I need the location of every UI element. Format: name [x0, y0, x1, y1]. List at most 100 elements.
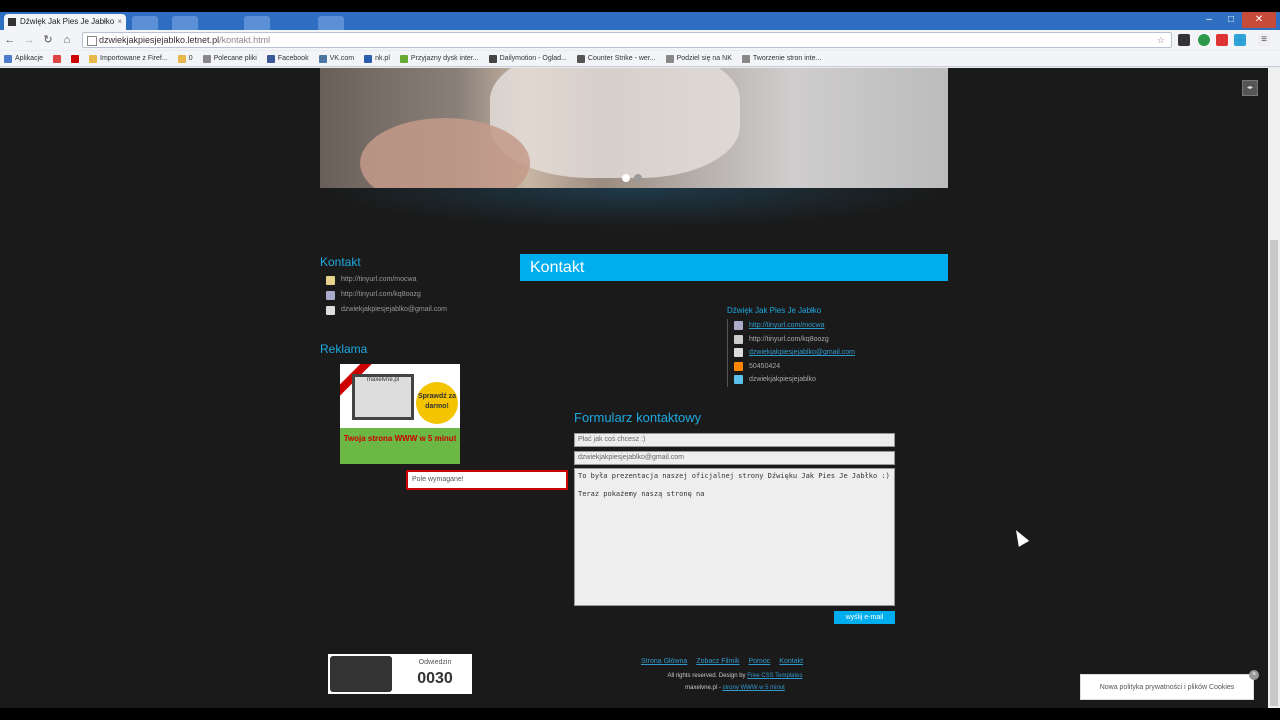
sidebar-contact-text: dzwiekjakpiesjejablko@gmail.com: [341, 306, 447, 313]
contact-info-icon: [734, 375, 743, 385]
bookmark-item[interactable]: Podziel się na NK: [665, 54, 732, 63]
url-host: dzwiekjakpiesjejablko.letnet.pl: [99, 35, 220, 45]
slider-shadow: [320, 188, 948, 228]
counter-value: 0030: [417, 670, 453, 687]
footer-link[interactable]: Zobacz Filmik: [696, 658, 739, 665]
menu-icon[interactable]: ≡: [1258, 34, 1270, 46]
minimize-button[interactable]: –: [1198, 12, 1220, 28]
bookmark-item[interactable]: Dailymotion - Oglad...: [488, 54, 567, 63]
slider-dot-2[interactable]: [634, 174, 642, 182]
bookmark-label: VK.com: [329, 55, 355, 62]
bookmark-label: Importowane z Firef...: [100, 55, 168, 62]
tab-background-3[interactable]: [244, 16, 270, 30]
cookie-close-icon[interactable]: ×: [1249, 670, 1259, 680]
contact-info-item[interactable]: dzwiekjakpiesjejablko@gmail.com: [734, 346, 927, 360]
sidebar-contact-list: http://tinyurl.com/mocwa http://tinyurl.c…: [326, 276, 476, 321]
tab-background-2[interactable]: [172, 16, 198, 30]
bookmark-item[interactable]: Przyjazny dysk inter...: [399, 54, 479, 63]
footer-nav: Strona Główna Zobacz Filmik Pomoc Kontakt: [641, 658, 803, 665]
visit-counter: Odwiedzin 0030: [328, 654, 472, 694]
ad-brand: maxelvne.pl: [366, 377, 399, 383]
corner-widget-icon[interactable]: ◂▸: [1242, 80, 1258, 96]
bookmark-icon: [53, 54, 62, 63]
bookmark-item[interactable]: Tworzenie stron inte...: [741, 54, 821, 63]
contact-info-heading: Dźwięk Jak Pies Je Jabłko: [727, 306, 822, 315]
window-close-button[interactable]: ✕: [1242, 12, 1276, 28]
email-field[interactable]: dzwiekjakpiesjejablko@gmail.com: [574, 451, 895, 465]
bookmark-item[interactable]: Importowane z Firef...: [89, 54, 168, 63]
sidebar-contact-text: http://tinyurl.com/kq8oozg: [341, 291, 421, 298]
contact-info-text[interactable]: http://tinyurl.com/mocwa: [749, 322, 824, 329]
contact-info-item[interactable]: http://tinyurl.com/mocwa: [734, 319, 927, 333]
bookmark-item[interactable]: Facebook: [266, 54, 309, 63]
bookmark-item[interactable]: [53, 54, 62, 63]
bookmark-item[interactable]: Aplikacje: [4, 54, 43, 63]
sidebar-contact-item[interactable]: http://tinyurl.com/kq8oozg: [326, 291, 476, 300]
address-bar[interactable]: dzwiekjakpiesjejablko.letnet.pl/kontakt.…: [82, 32, 1172, 48]
bookmark-item[interactable]: [71, 54, 80, 63]
contact-info-icon: [734, 334, 743, 344]
page-icon: [87, 36, 97, 46]
footer-design-link[interactable]: Free CSS Templates: [747, 673, 802, 679]
sidebar-contact-item[interactable]: dzwiekjakpiesjejablko@gmail.com: [326, 306, 476, 315]
footer-link[interactable]: Strona Główna: [641, 658, 687, 665]
footer-powered-link[interactable]: strony WWW w 5 minut: [723, 685, 785, 691]
extension-icon-1[interactable]: [1178, 34, 1190, 46]
slider-dot-1[interactable]: [622, 174, 630, 182]
bookmark-star-icon[interactable]: ☆: [1157, 33, 1165, 47]
bookmark-item[interactable]: Polecane pliki: [202, 54, 257, 63]
tab-active[interactable]: Dźwięk Jak Pies Je Jabłko ×: [4, 14, 126, 30]
bookmark-icon: [364, 54, 373, 63]
bookmark-icon: [4, 54, 12, 63]
cookie-notice[interactable]: Nowa polityka prywatności i plików Cooki…: [1080, 674, 1254, 700]
bookmark-label: Facebook: [277, 55, 309, 62]
window-controls: – □ ✕: [1198, 12, 1276, 28]
bookmark-label: Dailymotion - Oglad...: [499, 55, 567, 62]
send-email-button[interactable]: wyślij e-mail: [834, 611, 895, 624]
extension-icon-2[interactable]: [1198, 34, 1210, 46]
tab-close-icon[interactable]: ×: [117, 14, 122, 30]
bookmark-label: Polecane pliki: [213, 55, 257, 62]
bookmark-icon: [576, 54, 585, 63]
extension-icon-4[interactable]: [1234, 34, 1246, 46]
bookmark-item[interactable]: 0: [177, 54, 193, 63]
contact-info: Dźwięk Jak Pies Je Jabłko http://tinyurl…: [727, 306, 927, 387]
bookmark-item[interactable]: VK.com: [318, 54, 355, 63]
contact-info-text: dzwiekjakpiesjejablko: [749, 376, 816, 384]
counter-label: Odwiedzin: [418, 659, 452, 666]
contact-info-text[interactable]: dzwiekjakpiesjejablko@gmail.com: [749, 349, 855, 356]
sidebar-contact-heading: Kontakt: [320, 255, 361, 269]
required-field-tooltip: Pole wymagane!: [406, 470, 568, 490]
bookmark-icon: [741, 54, 750, 63]
forward-icon[interactable]: →: [22, 33, 36, 47]
bookmark-item[interactable]: nk.pl: [364, 54, 390, 63]
slider-dots: [622, 174, 642, 182]
ad-banner[interactable]: maxelvne.pl Sprawdź za darmo! Twoja stro…: [340, 364, 460, 464]
ad-bottom-text: Twoja strona WWW w 5 minut: [340, 428, 460, 464]
footer-powered-text: maxelvne.pl -: [685, 685, 721, 691]
reload-icon[interactable]: ↻: [41, 33, 55, 47]
footer-link[interactable]: Kontakt: [779, 658, 803, 665]
url-path: /kontakt.html: [219, 35, 271, 45]
tab-background-4[interactable]: [318, 16, 344, 30]
scrollbar-thumb[interactable]: [1270, 240, 1278, 706]
image-slider[interactable]: [320, 68, 948, 188]
bookmark-label: Counter Strike - wer...: [587, 55, 656, 62]
tab-background-1[interactable]: [132, 16, 158, 30]
extension-icon-3[interactable]: [1216, 34, 1228, 46]
contact-info-icon: [734, 348, 743, 358]
footer-link[interactable]: Pomoc: [749, 658, 771, 665]
counter-camera-image: [330, 656, 392, 692]
home-icon[interactable]: ⌂: [60, 33, 74, 47]
tab-title: Dźwięk Jak Pies Je Jabłko: [20, 17, 115, 26]
footer-rights-text: All rights reserved. Design by: [667, 673, 746, 679]
bookmark-label: Podziel się na NK: [676, 55, 732, 62]
page-title: Kontakt: [520, 254, 948, 281]
message-textarea[interactable]: To była prezentacja naszej oficjalnej st…: [574, 468, 895, 606]
bookmark-item[interactable]: Counter Strike - wer...: [576, 54, 656, 63]
subject-input[interactable]: Płać jak coś chcesz :): [574, 433, 895, 447]
back-icon[interactable]: ←: [3, 33, 17, 47]
maximize-button[interactable]: □: [1220, 12, 1242, 28]
sidebar-ad-heading: Reklama: [320, 342, 368, 356]
sidebar-contact-item[interactable]: http://tinyurl.com/mocwa: [326, 276, 476, 285]
